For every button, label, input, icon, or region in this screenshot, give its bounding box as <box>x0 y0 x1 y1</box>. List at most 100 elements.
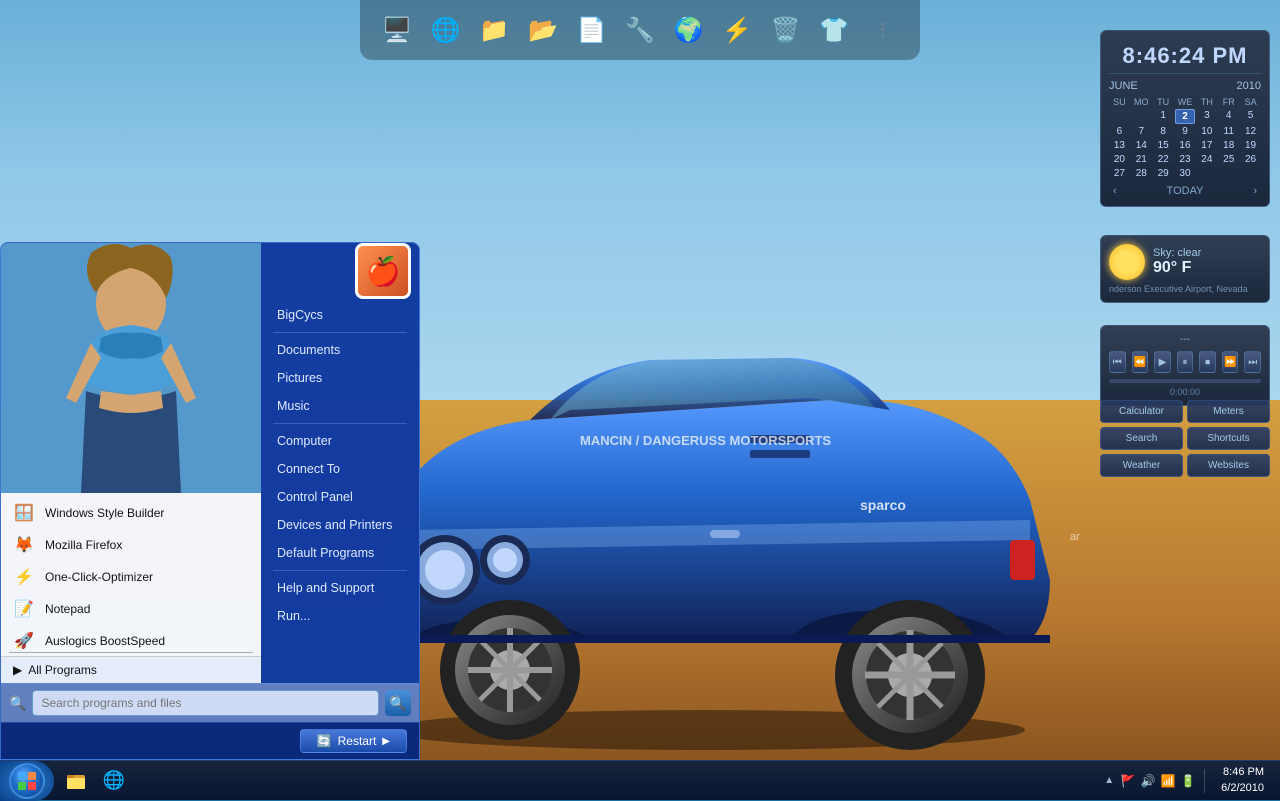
shortcuts-widget-btn[interactable]: Shortcuts <box>1187 427 1270 450</box>
tray-expand-arrow[interactable]: ▲ <box>1102 775 1116 786</box>
cal-next-btn[interactable]: › <box>1249 184 1261 198</box>
right-computer[interactable]: Computer <box>261 427 419 455</box>
cal-day-28[interactable]: 28 <box>1131 167 1152 180</box>
start-button[interactable] <box>0 761 54 801</box>
restart-button[interactable]: 🔄 Restart ▶ <box>300 729 407 753</box>
cal-day-16[interactable]: 16 <box>1175 139 1196 152</box>
media-stop-btn[interactable]: ⏹ <box>1199 351 1216 373</box>
cal-day-20[interactable]: 20 <box>1109 153 1130 166</box>
tray-network-icon[interactable]: 📶 <box>1160 773 1176 789</box>
cal-day-17[interactable]: 17 <box>1196 139 1217 152</box>
media-fast-fwd-btn[interactable]: ⏩ <box>1222 351 1239 373</box>
tray-battery-icon[interactable]: 🔋 <box>1180 773 1196 789</box>
cal-day-10[interactable]: 10 <box>1196 125 1217 138</box>
cal-day-6[interactable]: 6 <box>1109 125 1130 138</box>
ql-computer-icon[interactable]: 🖥️ <box>376 8 419 52</box>
right-devices-printers[interactable]: Devices and Printers <box>261 511 419 539</box>
ql-optimize-icon[interactable]: ⚡ <box>716 8 759 52</box>
cal-day-3[interactable]: 3 <box>1196 109 1217 124</box>
ql-folder2-icon[interactable]: 📂 <box>522 8 565 52</box>
cal-day-12[interactable]: 12 <box>1240 125 1261 138</box>
weather-main: Sky: clear 90° F <box>1109 244 1261 280</box>
ql-docs-icon[interactable]: 📄 <box>570 8 613 52</box>
cal-day-11[interactable]: 11 <box>1218 125 1239 138</box>
media-time-display: 0:00:00 <box>1109 387 1261 397</box>
ql-browser-icon[interactable]: 🌐 <box>425 8 468 52</box>
widget-buttons-panel: Calculator Meters Search Shortcuts Weath… <box>1100 400 1270 477</box>
cal-day-9[interactable]: 9 <box>1175 125 1196 138</box>
program-mozilla-firefox[interactable]: 🦊 Mozilla Firefox <box>1 529 261 561</box>
right-bigcycs[interactable]: BigCycs <box>261 301 419 329</box>
search-widget-btn[interactable]: Search <box>1100 427 1183 450</box>
cal-day-18[interactable]: 18 <box>1218 139 1239 152</box>
cal-day-14[interactable]: 14 <box>1131 139 1152 152</box>
cal-day-19[interactable]: 19 <box>1240 139 1261 152</box>
taskbar: 🌐 ▲ 🚩 🔊 📶 🔋 8:46 PM 6/2/2010 <box>0 760 1280 800</box>
media-next-btn[interactable]: ⏭ <box>1244 351 1261 373</box>
ql-recycle-icon[interactable]: 🗑️ <box>764 8 807 52</box>
all-programs-button[interactable]: ▶ All Programs <box>1 656 261 683</box>
tray-flag-icon[interactable]: 🚩 <box>1120 773 1136 789</box>
ql-folder-icon[interactable]: 📁 <box>473 8 516 52</box>
right-connect-to[interactable]: Connect To <box>261 455 419 483</box>
ql-tools-icon[interactable]: 🔧 <box>619 8 662 52</box>
cal-day-13[interactable]: 13 <box>1109 139 1130 152</box>
cal-day-4[interactable]: 4 <box>1218 109 1239 124</box>
program-notepad[interactable]: 📝 Notepad <box>1 593 261 625</box>
search-programs-input[interactable] <box>32 690 379 716</box>
tray-sound-icon[interactable]: 🔊 <box>1140 773 1156 789</box>
websites-widget-btn[interactable]: Websites <box>1187 454 1270 477</box>
weather-widget-btn[interactable]: Weather <box>1100 454 1183 477</box>
cal-prev-btn[interactable]: ‹ <box>1109 184 1121 198</box>
right-help-support[interactable]: Help and Support <box>261 574 419 602</box>
meters-widget-btn[interactable]: Meters <box>1187 400 1270 423</box>
taskbar-explorer-icon[interactable] <box>58 763 94 799</box>
calculator-widget-btn[interactable]: Calculator <box>1100 400 1183 423</box>
ql-tshirt-icon[interactable]: 👕 <box>813 8 856 52</box>
right-run[interactable]: Run... <box>261 602 419 630</box>
start-shutdown-bar: 🔄 Restart ▶ <box>1 722 419 759</box>
program-one-click-optimizer[interactable]: ⚡ One-Click-Optimizer <box>1 561 261 593</box>
search-submit-btn[interactable]: 🔍 <box>385 690 411 716</box>
cal-day-26[interactable]: 26 <box>1240 153 1261 166</box>
right-pictures[interactable]: Pictures <box>261 364 419 392</box>
right-default-programs[interactable]: Default Programs <box>261 539 419 567</box>
cal-day-24[interactable]: 24 <box>1196 153 1217 166</box>
taskbar-clock[interactable]: 8:46 PM 6/2/2010 <box>1213 765 1272 796</box>
cal-day-23[interactable]: 23 <box>1175 153 1196 166</box>
program-windows-style-builder[interactable]: 🪟 Windows Style Builder <box>1 497 261 529</box>
media-prev-btn[interactable]: ⏮ <box>1109 351 1126 373</box>
cal-today-label[interactable]: TODAY <box>1167 185 1204 197</box>
cal-day-25[interactable]: 25 <box>1218 153 1239 166</box>
desktop: MANCIN / DANGERUSS MOTORSPORTS sparco ar… <box>0 0 1280 800</box>
cal-day-1[interactable]: 1 <box>1153 109 1174 124</box>
media-play-btn[interactable]: ▶ <box>1154 351 1171 373</box>
program-auslogics[interactable]: 🚀 Auslogics BoostSpeed <box>1 625 261 649</box>
restart-label: Restart <box>338 734 377 748</box>
right-music[interactable]: Music <box>261 392 419 420</box>
cal-day-5[interactable]: 5 <box>1240 109 1261 124</box>
cal-day-7[interactable]: 7 <box>1131 125 1152 138</box>
taskbar-ie-icon[interactable]: 🌐 <box>96 763 132 799</box>
run-label: Run... <box>277 609 310 623</box>
cal-day-21[interactable]: 21 <box>1131 153 1152 166</box>
ql-internet-icon[interactable]: 🌍 <box>667 8 710 52</box>
all-programs-label: All Programs <box>28 663 97 677</box>
cal-day-27[interactable]: 27 <box>1109 167 1130 180</box>
start-menu-left-panel: 🪟 Windows Style Builder 🦊 Mozilla Firefo… <box>1 243 261 683</box>
cal-day-2-today[interactable]: 2 <box>1175 109 1196 124</box>
right-documents[interactable]: Documents <box>261 336 419 364</box>
cal-day-22[interactable]: 22 <box>1153 153 1174 166</box>
quick-launch-bar: 🖥️ 🌐 📁 📂 📄 🔧 🌍 ⚡ 🗑️ 👕 ⋮ <box>360 0 920 60</box>
cal-day-30[interactable]: 30 <box>1175 167 1196 180</box>
cal-day-29[interactable]: 29 <box>1153 167 1174 180</box>
media-progress-bar[interactable] <box>1109 379 1261 383</box>
cal-day-15[interactable]: 15 <box>1153 139 1174 152</box>
right-sep-2 <box>273 423 407 424</box>
media-rewind-btn[interactable]: ⏪ <box>1132 351 1149 373</box>
cal-day-8[interactable]: 8 <box>1153 125 1174 138</box>
taskbar-system-tray: ▲ 🚩 🔊 📶 🔋 8:46 PM 6/2/2010 <box>1102 765 1280 796</box>
right-control-panel[interactable]: Control Panel <box>261 483 419 511</box>
media-pause-btn[interactable]: ⏸ <box>1177 351 1194 373</box>
auslogics-label: Auslogics BoostSpeed <box>45 634 165 648</box>
